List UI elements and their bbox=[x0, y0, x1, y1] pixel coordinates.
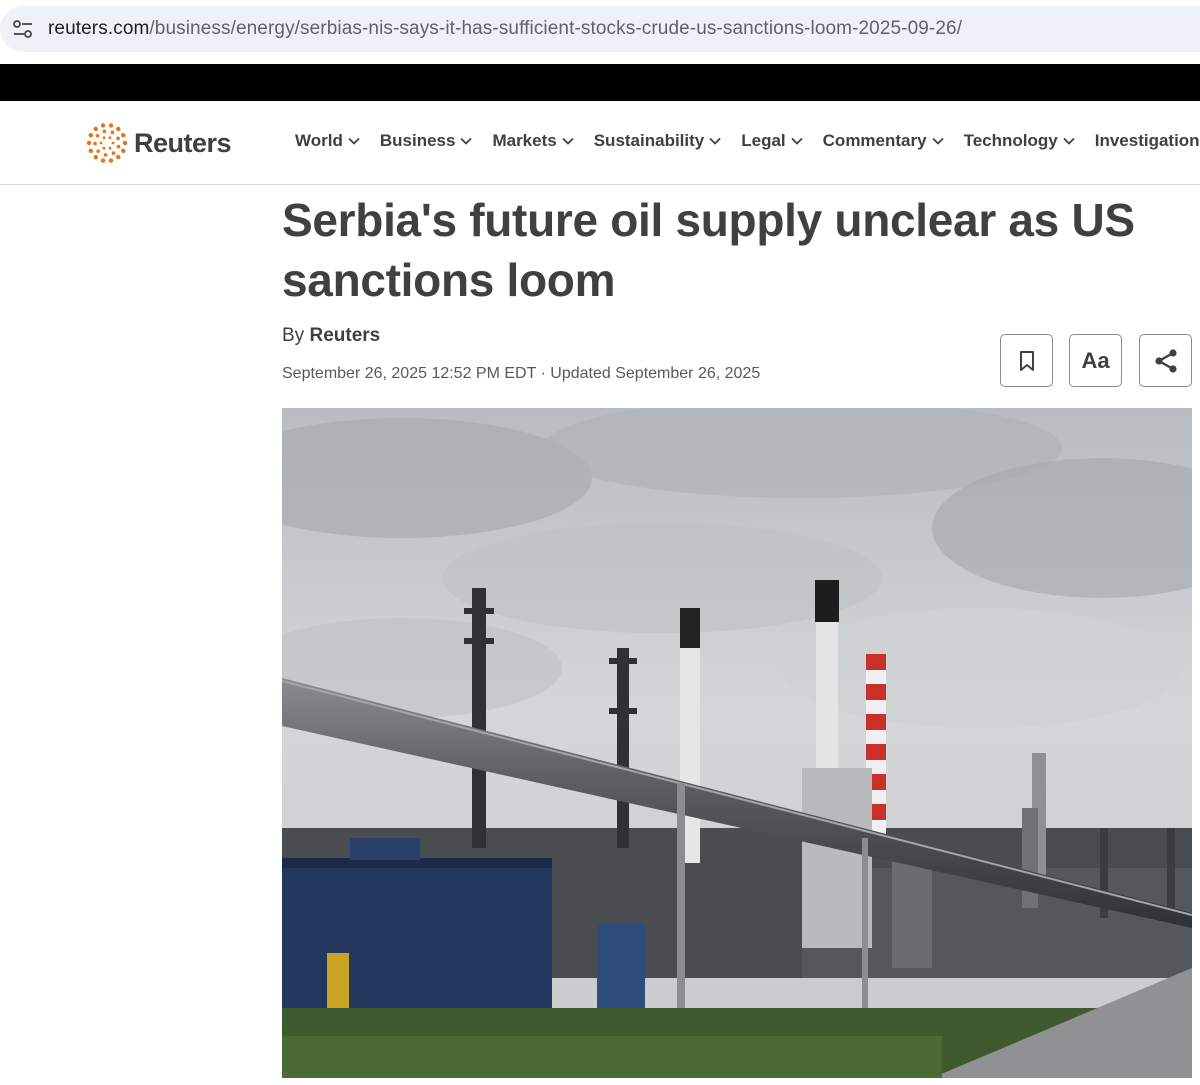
url-path: /business/energy/serbias-nis-says-it-has… bbox=[149, 18, 963, 39]
logo-text: Reuters bbox=[134, 127, 232, 158]
url-text[interactable]: reuters.com/business/energy/serbias-nis-… bbox=[48, 18, 962, 40]
byline-author[interactable]: Reuters bbox=[309, 325, 380, 346]
chevron-down-icon bbox=[1063, 137, 1075, 145]
top-banner bbox=[0, 64, 1200, 101]
url-host: reuters.com bbox=[48, 18, 150, 39]
nav-item-investigations[interactable]: Investigations bbox=[1095, 131, 1200, 151]
bookmark-icon bbox=[1019, 350, 1034, 371]
dateline: September 26, 2025 12:52 PM EDT · Update… bbox=[282, 365, 761, 382]
share-button[interactable] bbox=[1139, 334, 1192, 387]
nav-item-technology[interactable]: Technology bbox=[964, 131, 1075, 151]
address-bar[interactable]: reuters.com/business/energy/serbias-nis-… bbox=[0, 6, 1200, 52]
chevron-down-icon bbox=[348, 137, 360, 145]
chevron-down-icon bbox=[931, 137, 944, 145]
nav-item-world[interactable]: World bbox=[295, 131, 360, 151]
nav-item-label: Legal bbox=[741, 131, 786, 150]
nav-item-label: Markets bbox=[492, 131, 557, 150]
site-header: Reuters World Business Markets Sustainabili… bbox=[0, 101, 1200, 185]
byline-prefix: By bbox=[282, 325, 305, 346]
browser-toolbar: reuters.com/business/energy/serbias-nis-… bbox=[0, 0, 1200, 62]
chevron-down-icon bbox=[460, 137, 473, 145]
byline: By Reuters bbox=[282, 325, 380, 347]
tune-icon[interactable] bbox=[12, 19, 34, 39]
reuters-logo-mark-icon bbox=[86, 123, 128, 163]
nav-item-label: Business bbox=[379, 131, 456, 150]
share-icon bbox=[1154, 348, 1177, 373]
chevron-down-icon bbox=[791, 137, 803, 145]
nav-item-label: Sustainability bbox=[593, 131, 705, 150]
nav-item-label: Commentary bbox=[822, 131, 927, 150]
bookmark-button[interactable] bbox=[1000, 334, 1053, 387]
nav-item-label: World bbox=[295, 131, 343, 150]
nav-item-label: Technology bbox=[963, 131, 1058, 150]
nav-item-commentary[interactable]: Commentary bbox=[823, 131, 944, 151]
main-nav: World Business Markets Sustainability Legal C… bbox=[295, 131, 1200, 151]
article-headline: Serbia's future oil supply unclear as US… bbox=[282, 194, 1135, 306]
nav-item-sustainability[interactable]: Sustainability bbox=[594, 131, 722, 151]
nav-item-label: Investigations bbox=[1094, 131, 1200, 150]
text-size-button[interactable]: Aa bbox=[1069, 334, 1122, 387]
nav-item-legal[interactable]: Legal bbox=[741, 131, 803, 151]
reuters-logo[interactable]: Reuters bbox=[86, 121, 232, 165]
nav-item-markets[interactable]: Markets bbox=[492, 131, 574, 151]
oil-refinery-photo bbox=[282, 408, 1192, 1078]
nav-item-business[interactable]: Business bbox=[380, 131, 473, 151]
chevron-down-icon bbox=[562, 137, 574, 145]
chevron-down-icon bbox=[709, 137, 721, 145]
